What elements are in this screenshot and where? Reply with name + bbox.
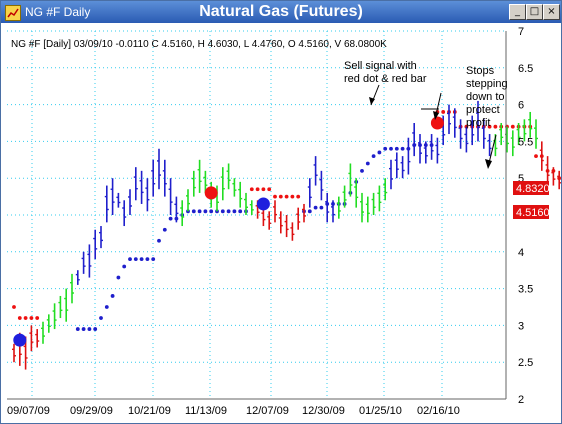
stop-dot xyxy=(226,209,231,214)
stop-dot xyxy=(261,187,266,192)
stops-note-line-1: Stops xyxy=(466,65,495,77)
stop-dot xyxy=(116,275,121,280)
y-tick-label: 4 xyxy=(518,247,524,259)
stop-dot xyxy=(278,194,283,199)
stop-dot xyxy=(162,227,167,232)
stop-dot xyxy=(81,327,86,331)
stop-dot xyxy=(296,194,301,199)
close-price-label: 4.5160 xyxy=(516,207,550,219)
ohlc-info-line: NG #F [Daily] 03/09/10 -0.0110 C 4.5160,… xyxy=(11,39,387,50)
stop-dot xyxy=(17,316,22,320)
stops-note-line-2: stepping xyxy=(466,78,508,90)
y-tick-label: 3.5 xyxy=(518,284,533,296)
stop-dot xyxy=(267,187,272,192)
stop-dot xyxy=(238,209,243,214)
stop-dot xyxy=(35,316,40,320)
x-tick-label: 09/29/09 xyxy=(70,405,113,417)
stop-dot xyxy=(377,150,382,155)
stop-dot xyxy=(151,257,156,262)
x-tick-label: 11/13/09 xyxy=(185,405,227,417)
stop-dot xyxy=(383,146,388,151)
stop-dot xyxy=(157,238,161,243)
chart-title: Natural Gas (Futures) xyxy=(199,3,363,20)
x-tick-label: 09/07/09 xyxy=(7,405,50,417)
stop-dot xyxy=(389,146,393,151)
stops-note-line-5: profit xyxy=(466,117,490,129)
stop-dot xyxy=(493,124,498,129)
close-button[interactable]: × xyxy=(543,4,560,20)
stop-dot xyxy=(110,294,115,298)
stop-price-label: 4.8320 xyxy=(516,183,550,195)
x-tick-label: 12/07/09 xyxy=(246,405,289,417)
stop-dot xyxy=(284,194,289,199)
stop-dot xyxy=(290,194,295,199)
stop-dot xyxy=(12,305,16,309)
stop-dot xyxy=(394,146,399,151)
chart-window: NG #F Daily Natural Gas (Futures) _ □ × … xyxy=(0,0,562,424)
title-bar[interactable]: NG #F Daily Natural Gas (Futures) _ □ × xyxy=(1,1,561,23)
stop-dot xyxy=(313,205,318,210)
y-tick-label: 3 xyxy=(518,320,524,332)
y-tick-label: 7 xyxy=(518,26,524,38)
stop-dot xyxy=(191,209,196,214)
y-tick-label: 5.5 xyxy=(518,136,533,148)
y-tick-label: 6.5 xyxy=(518,63,533,75)
buy-signal-dot xyxy=(256,197,270,211)
stop-dot xyxy=(93,327,98,331)
stop-dot xyxy=(307,209,312,214)
stops-note-line-4: protect xyxy=(466,104,500,116)
buy-signal-dot xyxy=(13,333,27,347)
stop-dot xyxy=(273,194,277,199)
price-chart: 22.533.544.555.566.5709/07/0909/29/0910/… xyxy=(7,26,561,417)
stop-dot xyxy=(371,154,376,159)
stop-dot xyxy=(203,209,208,214)
stop-dot xyxy=(360,168,364,173)
stop-dot xyxy=(441,110,446,114)
stop-dot xyxy=(249,187,254,192)
stop-dot xyxy=(319,205,324,210)
sell-signal-dot xyxy=(204,186,218,200)
stops-arrowhead xyxy=(485,159,492,169)
stop-dot xyxy=(122,264,127,269)
stop-dot xyxy=(99,316,103,320)
stop-dot xyxy=(220,209,225,214)
maximize-button[interactable]: □ xyxy=(526,4,543,20)
stop-dot xyxy=(365,161,370,166)
stop-dot xyxy=(209,209,214,214)
stop-dot xyxy=(255,187,260,192)
stop-dot xyxy=(139,257,144,262)
stop-dot xyxy=(87,327,92,331)
minimize-button[interactable]: _ xyxy=(509,4,526,20)
y-tick-label: 6 xyxy=(518,100,524,112)
stop-dot xyxy=(104,305,109,309)
x-tick-label: 02/16/10 xyxy=(417,405,460,417)
stop-dot xyxy=(197,209,202,214)
sell-signal-note-line-1: Sell signal with xyxy=(344,60,417,72)
y-tick-label: 2 xyxy=(518,394,524,406)
y-tick-label: 2.5 xyxy=(518,357,533,369)
stop-dot xyxy=(400,146,405,151)
stop-dot xyxy=(168,216,173,221)
sell-signal-dot xyxy=(430,116,444,130)
stop-dot xyxy=(23,316,28,320)
x-tick-label: 12/30/09 xyxy=(302,405,345,417)
x-tick-label: 10/21/09 xyxy=(128,405,171,417)
sell-signal-note-line-2: red dot & red bar xyxy=(344,73,427,85)
stop-dot xyxy=(145,257,150,262)
stop-dot xyxy=(232,209,237,214)
stop-dot xyxy=(128,257,132,262)
stop-dot xyxy=(534,154,538,159)
stop-dot xyxy=(75,327,80,331)
stop-dot xyxy=(510,124,515,129)
stops-note-line-3: down to xyxy=(466,91,505,103)
stop-dot xyxy=(133,257,138,262)
stop-dot xyxy=(29,316,34,320)
x-tick-label: 01/25/10 xyxy=(359,405,402,417)
